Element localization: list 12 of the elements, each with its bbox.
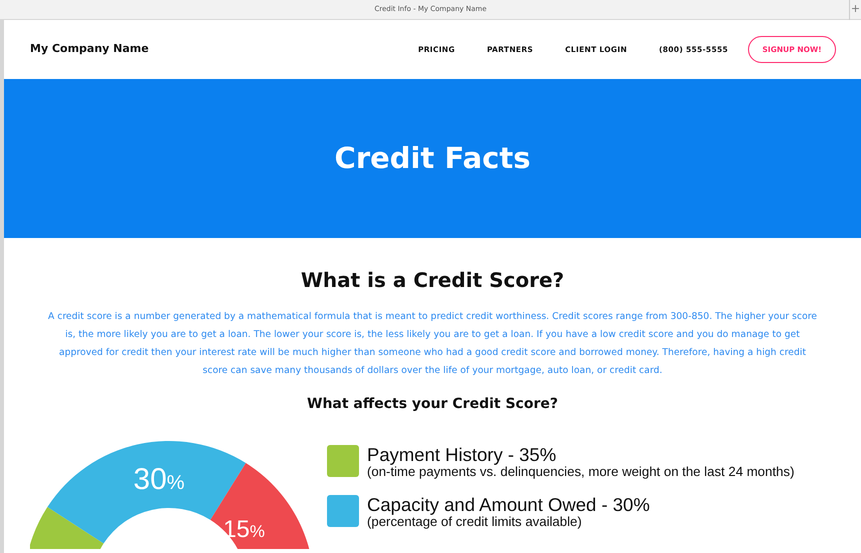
section-heading: What is a Credit Score? — [300, 268, 566, 292]
brand-name[interactable]: My Company Name — [30, 41, 149, 58]
legend-note: (on-time payments vs. delinquencies, more weight on the last 24 months) — [367, 464, 794, 479]
legend-title: Capacity and Amount Owed - 30% — [367, 494, 650, 515]
legend-note: (percentage of credit limits available) — [367, 514, 583, 529]
new-tab-button[interactable]: + — [849, 0, 861, 20]
segment-label: 15% — [223, 516, 265, 543]
paragraph: A credit score is a number generated by a mathematical formula that is meant to predict credit worthiness. Credit scores range from 300-850. The higher your score is, the more likely you are to get a loan. The lower your score is, the less likely you are to get a loan. If you have a low credit score and you do manage to get approved for credit then your interest rate will be much higher than someone who had a good credit score and borrowed money. Therefore, having a high credit score can save many thousands of dollars over the life of your mortgage, auto loan, or credit card. — [48, 310, 818, 378]
section-subheading: What affects your Credit Score? — [306, 396, 559, 413]
segment-label: 30% — [133, 462, 185, 496]
hero-title: Credit Facts — [334, 141, 530, 176]
legend-title: Payment History - 35% — [367, 444, 558, 465]
